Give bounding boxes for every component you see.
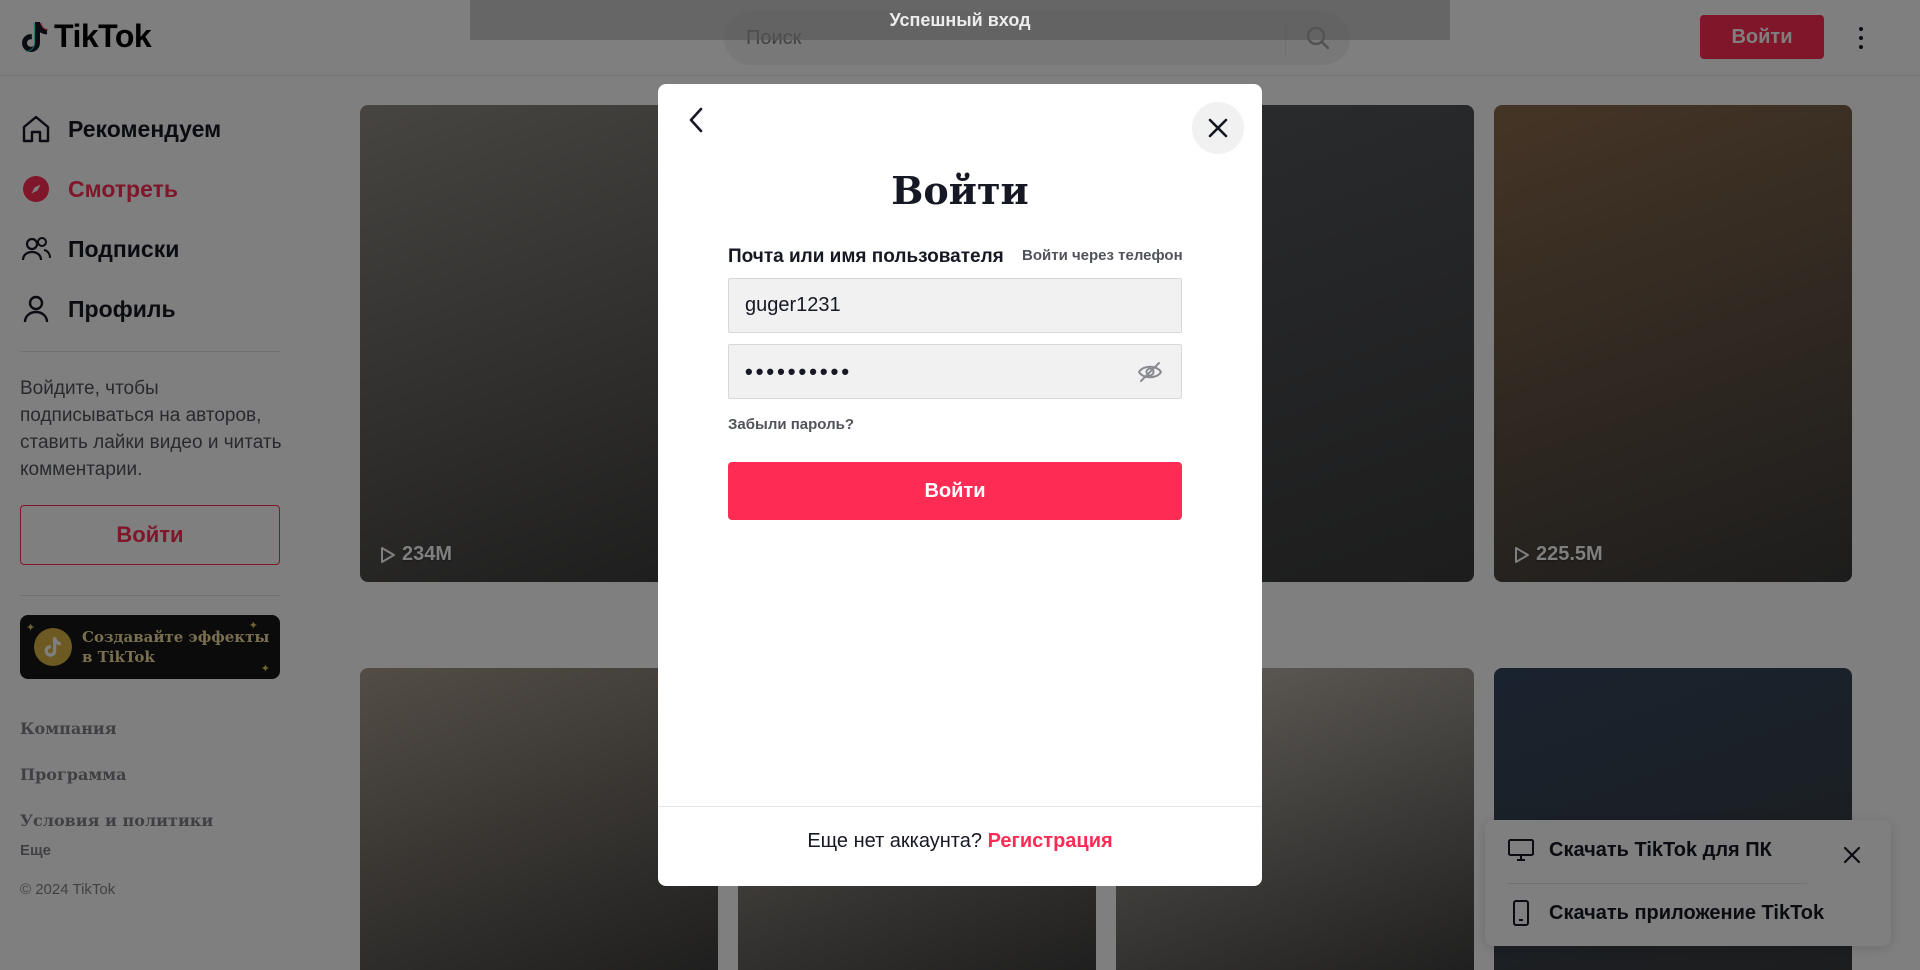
eye-off-icon[interactable] [1137, 359, 1163, 385]
modal-title: Войти [891, 168, 1029, 213]
submit-login-button[interactable]: Войти [728, 462, 1182, 520]
phone-login-link[interactable]: Войти через телефон [1022, 247, 1183, 264]
back-button[interactable] [678, 102, 714, 138]
signup-link[interactable]: Регистрация [988, 830, 1113, 852]
success-toast: Успешный вход [470, 0, 1450, 40]
field-label: Почта или имя пользователя [728, 246, 1004, 267]
close-icon [1208, 118, 1228, 138]
chevron-left-icon [689, 107, 703, 133]
no-account-text: Еще нет аккаунта? [807, 830, 982, 852]
username-field[interactable]: guger1231 [728, 278, 1182, 333]
forgot-password-link[interactable]: Забыли пароль? [728, 416, 854, 433]
password-field[interactable]: •••••••••• [728, 344, 1182, 399]
password-value: •••••••••• [745, 358, 853, 384]
modal-divider [658, 806, 1262, 807]
login-modal: Войти Почта или имя пользователя Войти ч… [658, 84, 1262, 886]
modal-footer: Еще нет аккаунта? Регистрация [658, 830, 1262, 853]
username-value: guger1231 [745, 294, 841, 316]
close-button[interactable] [1192, 102, 1244, 154]
